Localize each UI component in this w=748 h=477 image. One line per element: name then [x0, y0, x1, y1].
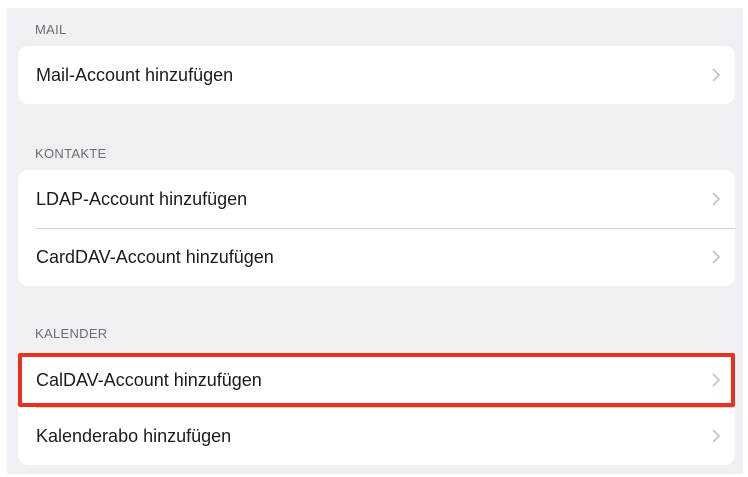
- add-carddav-account-label: CardDAV-Account hinzufügen: [36, 246, 274, 267]
- add-ldap-account-row[interactable]: LDAP-Account hinzufügen: [18, 170, 735, 228]
- chevron-right-icon: [712, 250, 720, 264]
- section-header-contacts: KONTAKTE: [35, 146, 107, 161]
- group-mail: Mail-Account hinzufügen: [18, 46, 735, 104]
- add-ldap-account-label: LDAP-Account hinzufügen: [36, 188, 248, 209]
- chevron-right-icon: [712, 192, 720, 206]
- add-caldav-account-row[interactable]: CalDAV-Account hinzufügen: [18, 353, 735, 407]
- chevron-right-icon: [712, 373, 720, 387]
- section-header-calendar: KALENDER: [35, 326, 108, 341]
- add-mail-account-label: Mail-Account hinzufügen: [36, 64, 234, 85]
- section-header-mail: MAIL: [35, 22, 67, 37]
- add-mail-account-row[interactable]: Mail-Account hinzufügen: [18, 46, 735, 104]
- add-carddav-account-row[interactable]: CardDAV-Account hinzufügen: [18, 228, 735, 286]
- group-contacts: LDAP-Account hinzufügen CardDAV-Account …: [18, 170, 735, 286]
- add-caldav-account-label: CalDAV-Account hinzufügen: [36, 369, 262, 390]
- add-calendar-subscription-row[interactable]: Kalenderabo hinzufügen: [18, 407, 735, 465]
- chevron-right-icon: [712, 429, 720, 443]
- settings-screen: MAIL Mail-Account hinzufügen KONTAKTE LD…: [7, 8, 743, 474]
- group-calendar: CalDAV-Account hinzufügen Kalenderabo hi…: [18, 353, 735, 465]
- add-calendar-subscription-label: Kalenderabo hinzufügen: [36, 425, 232, 446]
- chevron-right-icon: [712, 68, 720, 82]
